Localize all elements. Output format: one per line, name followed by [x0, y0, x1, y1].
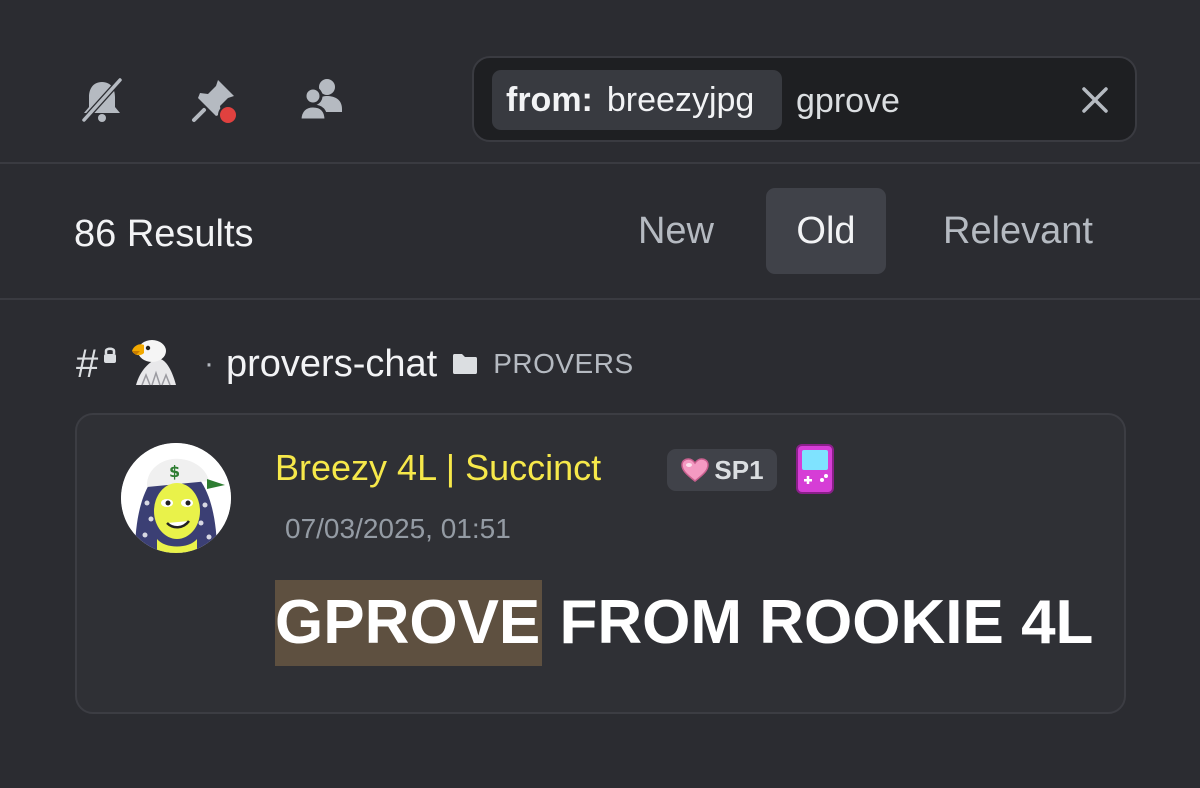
sort-tab-new[interactable]: New — [618, 188, 734, 274]
close-icon[interactable] — [1073, 78, 1117, 122]
message-content: GPROVE FROM ROOKIE 4L — [275, 580, 1093, 666]
separator-dot: · — [204, 347, 214, 380]
channel-header[interactable]: # · provers-chat PROVERS — [76, 334, 1176, 394]
folder-icon — [453, 354, 478, 374]
result-count: 86 Results — [74, 213, 254, 255]
sort-tab-old[interactable]: Old — [766, 188, 886, 274]
members-icon[interactable] — [296, 74, 348, 126]
search-result-message[interactable]: $ Breezy 4L | Succinct SP1 07/03/2025, 0… — [75, 413, 1126, 714]
svg-text:$: $ — [169, 462, 180, 481]
notification-dot — [220, 107, 236, 123]
filter-key: from: — [506, 80, 593, 119]
toolbar: from: breezyjpg gprove — [0, 0, 1200, 164]
channel-category: PROVERS — [493, 348, 634, 379]
channel-name[interactable]: provers-chat — [226, 343, 437, 386]
filter-value: breezyjpg — [606, 80, 755, 119]
search-filter-chip[interactable]: from: breezyjpg — [492, 70, 782, 130]
message-author[interactable]: Breezy 4L | Succinct — [275, 447, 601, 489]
avatar[interactable]: $ — [121, 443, 231, 553]
server-tag-badge[interactable]: SP1 — [667, 449, 777, 491]
message-timestamp: 07/03/2025, 01:51 — [285, 513, 511, 544]
lock-icon — [104, 347, 116, 363]
bell-slash-icon[interactable] — [76, 74, 128, 126]
pin-icon[interactable] — [188, 74, 240, 126]
results-header: 86 Results New Old Relevant — [0, 164, 1200, 300]
heart-icon — [681, 458, 710, 482]
eagle-emoji-icon — [130, 337, 182, 392]
badge-label: SP1 — [714, 454, 764, 485]
channel-hash-icon: # — [76, 342, 116, 387]
message-content-rest: FROM ROOKIE 4L — [542, 588, 1094, 657]
search-match-highlight: GPROVE — [275, 580, 543, 666]
search-query[interactable]: gprove — [796, 76, 900, 126]
search-box[interactable]: from: breezyjpg gprove — [472, 56, 1137, 142]
gameboy-icon — [796, 444, 834, 494]
sort-tab-relevant[interactable]: Relevant — [918, 188, 1118, 274]
